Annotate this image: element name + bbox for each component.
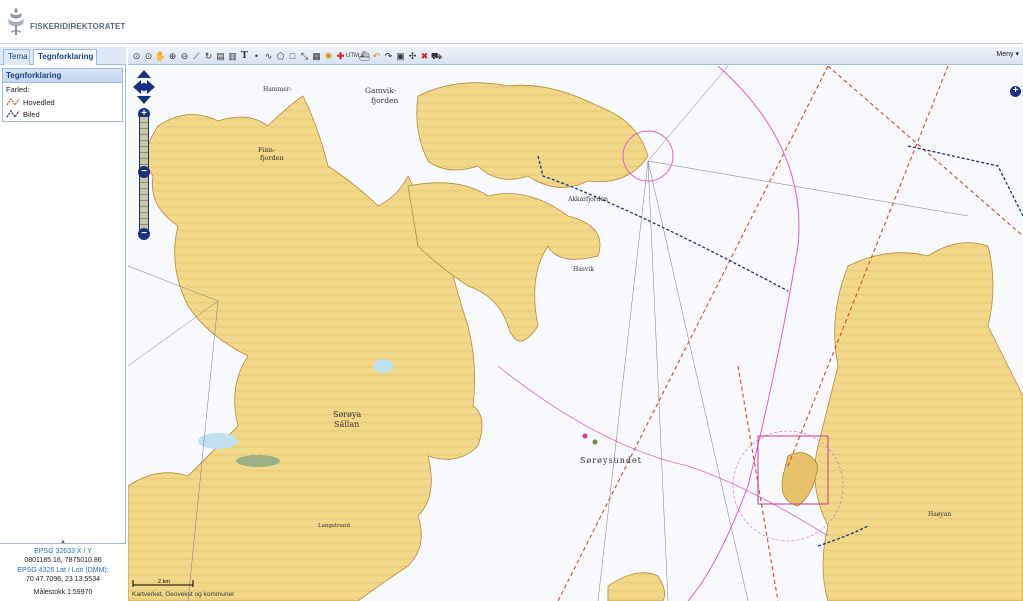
pan-hand-icon[interactable]: ✋	[155, 50, 166, 62]
point-icon[interactable]: •	[251, 50, 262, 62]
buoy-marker	[582, 433, 588, 439]
place-label: Hammer-	[263, 86, 292, 93]
place-label: fjorden	[260, 154, 284, 162]
left-panel: Tema Tegnforklaring Tegnforklaring Farle…	[0, 47, 126, 601]
map-canvas[interactable]: Gamvik- fjorden Finn- fjorden Sørøya Sál…	[128, 66, 1023, 601]
place-label: Finn-	[258, 146, 276, 154]
cross-icon[interactable]: ✚	[335, 50, 346, 62]
place-label: Haøyan	[928, 511, 952, 518]
logo-text: FISKERIDIREKTORATET	[30, 21, 126, 31]
redo-icon[interactable]: ↷	[383, 50, 394, 62]
layers-icon[interactable]: ▦	[311, 50, 322, 62]
header: FISKERIDIREKTORATET	[0, 0, 1023, 44]
place-label: Langstrand	[318, 523, 350, 529]
tab-tegnforklaring[interactable]: Tegnforklaring	[33, 49, 97, 65]
delete-icon[interactable]: ✖	[419, 50, 430, 62]
print-icon[interactable]: ▤	[215, 50, 226, 62]
legend-panel: Tegnforklaring Farled: Hovedled Biled	[2, 68, 123, 122]
line-icon[interactable]: ∿	[263, 50, 274, 62]
coordinate-readout: EPSG 32633 X / Y 0801185.16, 7875010.86 …	[0, 543, 126, 601]
place-label: Sállan	[334, 420, 360, 429]
latlon-value: 70 47.7096, 23 13.5534	[26, 575, 100, 583]
legend-item-label: Biled	[23, 109, 40, 119]
utm-icon[interactable]: UTM	[346, 50, 359, 62]
undo-icon[interactable]: ↶	[371, 50, 382, 62]
pan-control-icon[interactable]	[133, 70, 155, 104]
place-label: Sørøya	[333, 410, 362, 419]
rectangle-icon[interactable]: □	[287, 50, 298, 62]
menu-label: Meny	[996, 51, 1014, 58]
legend-title: Tegnforklaring	[3, 69, 122, 83]
place-label: Gamvik-	[365, 86, 397, 95]
zoom-control: + − −	[133, 70, 155, 240]
biled-line-icon	[6, 109, 20, 119]
binoculars-icon[interactable]: ⊙	[143, 50, 154, 62]
tab-bar: Tema Tegnforklaring	[0, 47, 126, 65]
zoom-handle[interactable]: −	[138, 166, 150, 178]
scale-bar: 2 km	[132, 579, 194, 587]
zoom-out-icon[interactable]: ⊖	[179, 50, 190, 62]
utm-label: EPSG 32633 X / Y	[34, 548, 92, 555]
latlon-label: EPSG 4326 Lat / Lon (DMM):	[17, 567, 109, 574]
legend-item-biled: Biled	[3, 108, 122, 120]
scale-readout: Målestokk 1:59970	[33, 589, 93, 596]
frame-icon[interactable]: ▣	[395, 50, 406, 62]
kvaloya-island	[814, 242, 1023, 601]
ship-icon[interactable]: ⛴	[359, 50, 370, 62]
zoom-in-icon[interactable]: ⊕	[167, 50, 178, 62]
menu-button[interactable]: Meny ▾	[996, 50, 1019, 58]
hovedled-line-icon	[6, 97, 20, 107]
polygon-icon[interactable]: ⬠	[275, 50, 286, 62]
map-toolbar: ⊙ ⊙ ✋ ⊕ ⊖ ⟋ ↻ ▤ ▥ T • ∿ ⬠ □ ⤡ ▦ ✺ ✚ UTM …	[128, 47, 1023, 65]
place-label: Akkarfjorden	[568, 196, 608, 203]
sun-icon[interactable]: ✺	[323, 50, 334, 62]
tab-tema[interactable]: Tema	[3, 49, 30, 65]
car-icon[interactable]: ⛟	[431, 50, 442, 62]
legend-item-label: Hovedled	[23, 97, 55, 107]
utm-value: 0801185.16, 7875010.86	[24, 556, 102, 564]
attribution: Kartverket, Geovekst og kommuner	[132, 591, 235, 598]
print-icon[interactable]: ▥	[227, 50, 238, 62]
legend-category: Farled:	[6, 85, 30, 94]
binoculars-icon[interactable]: ⊙	[131, 50, 142, 62]
layer-switcher-button[interactable]: +	[1010, 86, 1021, 97]
refresh-icon[interactable]: ↻	[203, 50, 214, 62]
place-label: fjorden	[371, 96, 399, 105]
settings-icon[interactable]: ✣	[407, 50, 418, 62]
lake	[373, 359, 393, 373]
marsh	[236, 455, 280, 467]
scale-label: 2 km	[158, 579, 170, 585]
measure-icon[interactable]: ⤡	[299, 50, 310, 62]
place-label: Sørøysundet	[580, 456, 642, 465]
buoy-marker	[592, 439, 598, 445]
draw-line-icon[interactable]: ⟋	[191, 50, 202, 62]
zoom-out-button[interactable]: −	[138, 228, 150, 240]
legend-item-hovedled: Hovedled	[3, 96, 122, 108]
text-icon[interactable]: T	[239, 50, 250, 62]
fiskeridirektoratet-logo-icon	[8, 7, 24, 35]
logo: FISKERIDIREKTORATET	[4, 5, 125, 37]
place-label: Hasvik	[573, 266, 594, 273]
